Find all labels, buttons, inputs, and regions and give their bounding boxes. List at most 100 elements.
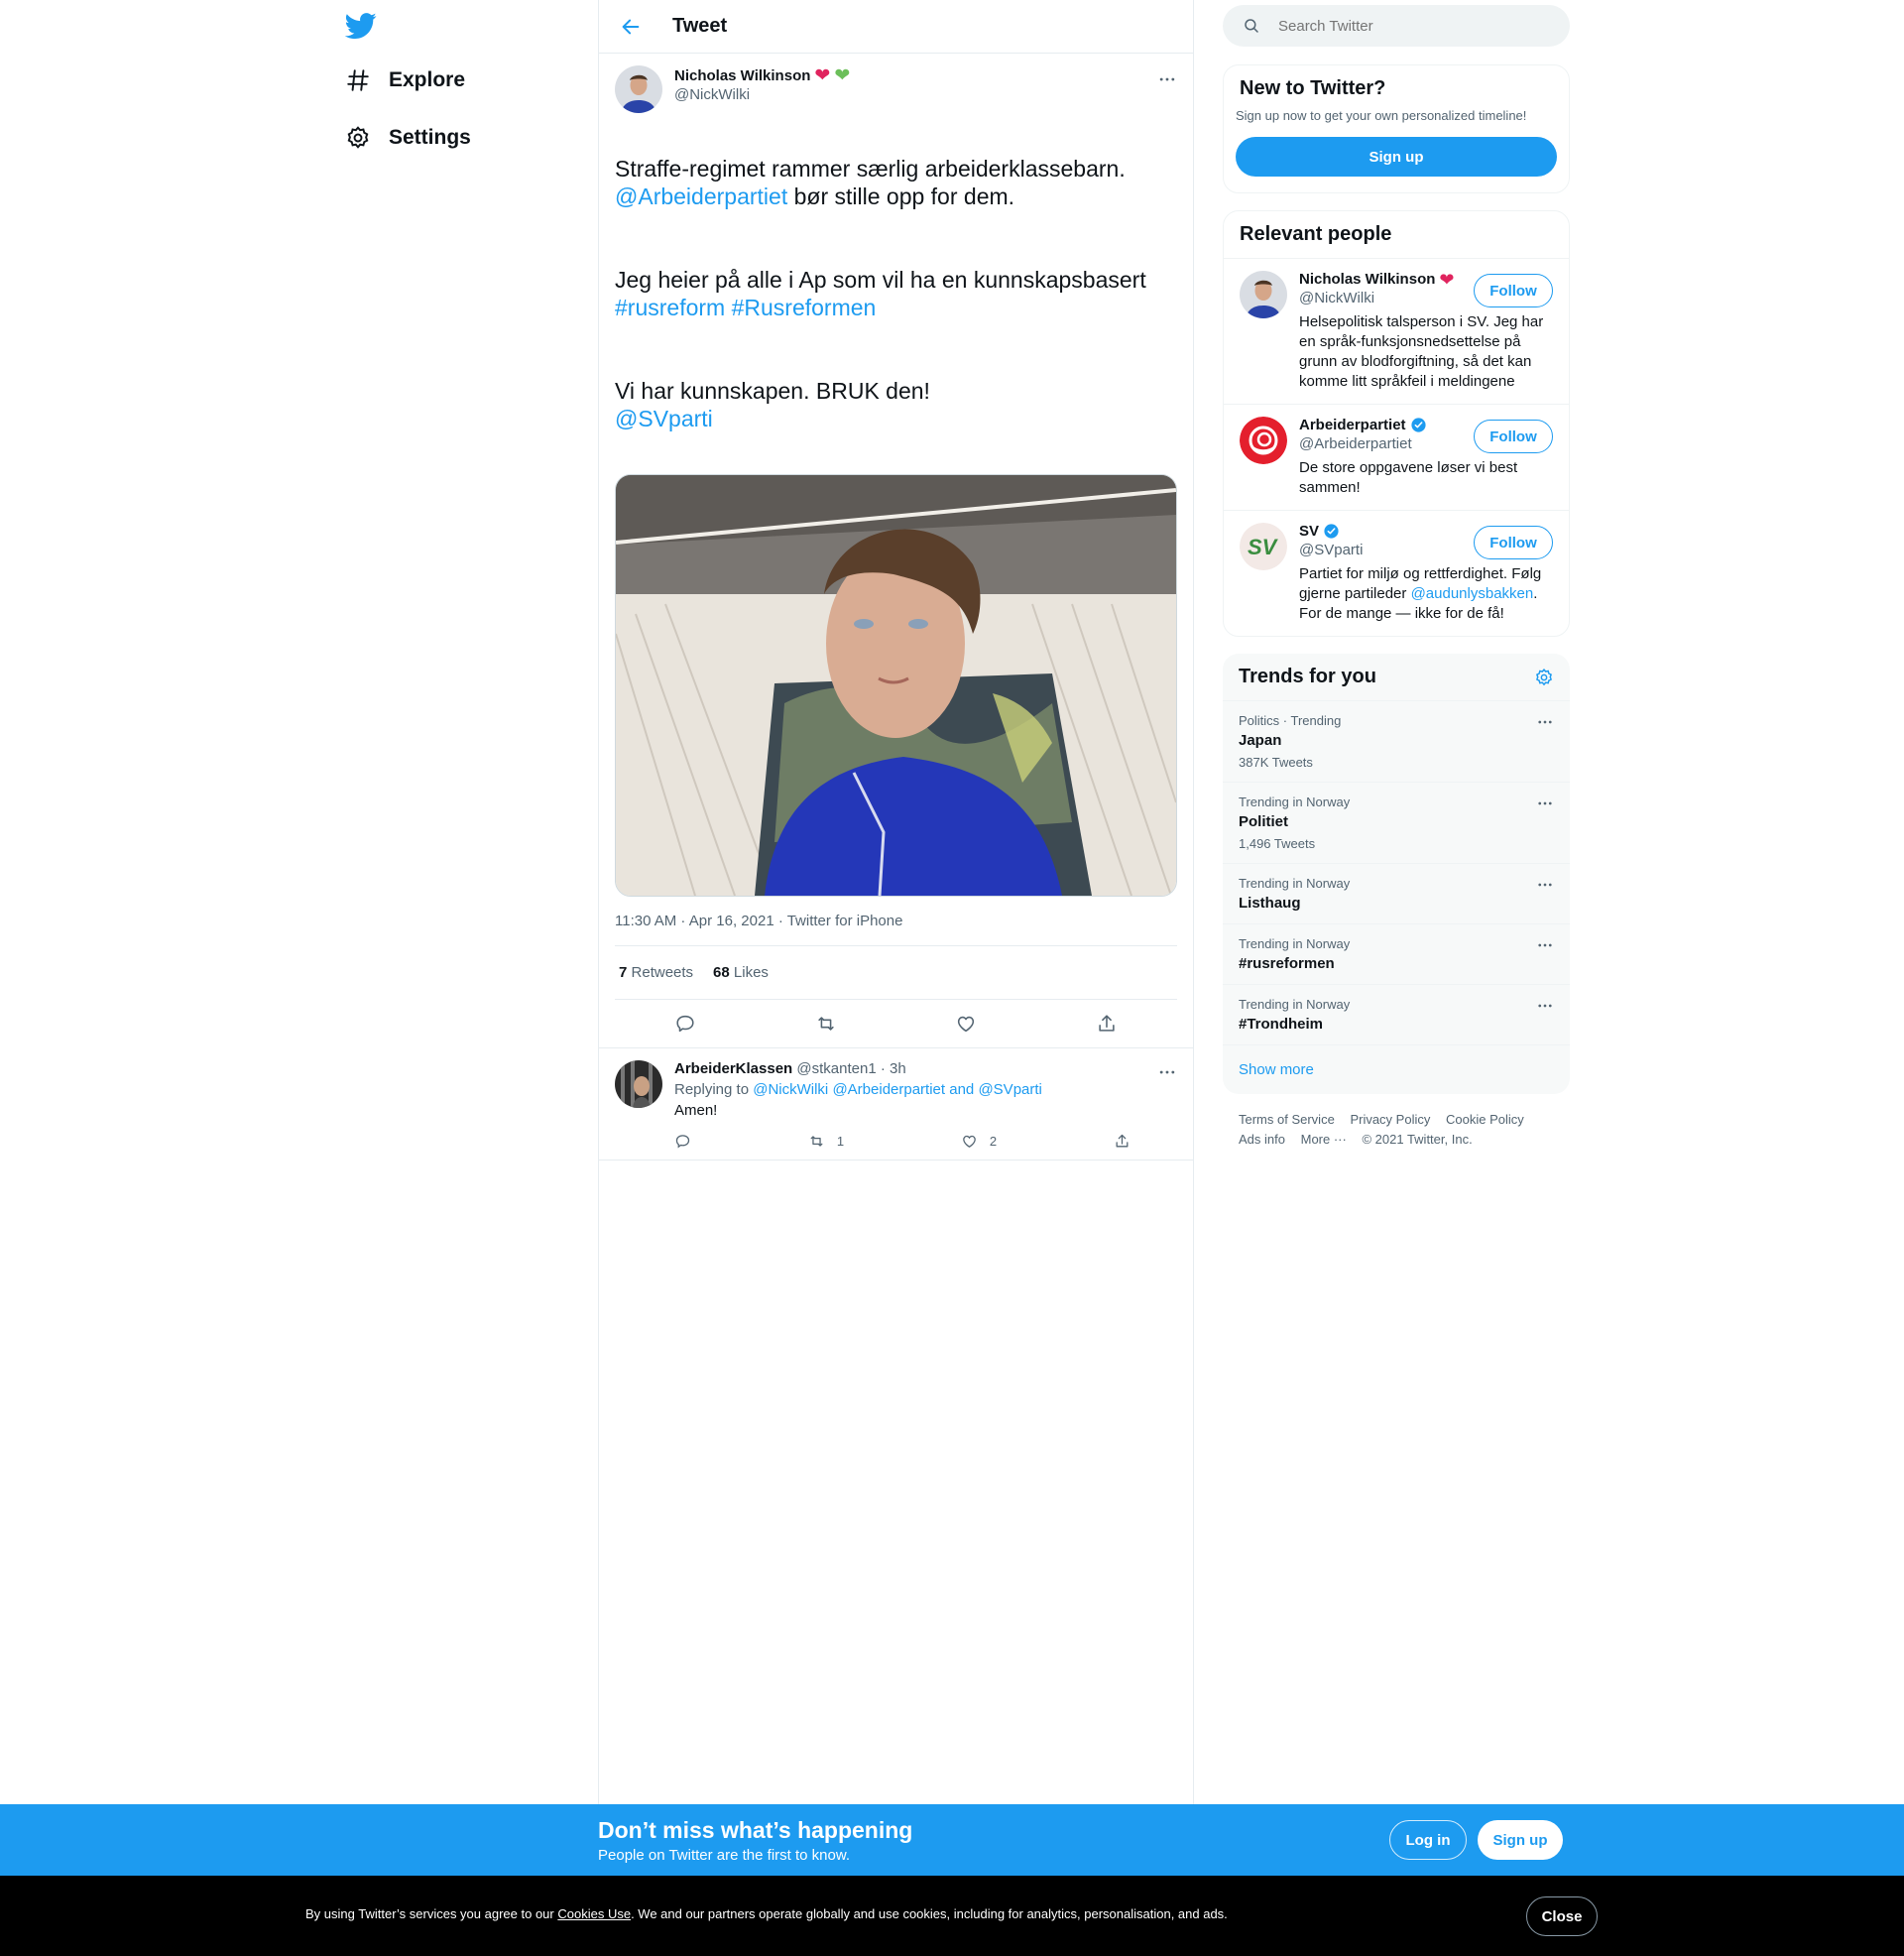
more-options-icon[interactable] — [1157, 69, 1177, 89]
replying-link-nickwilki[interactable]: @NickWilki — [753, 1081, 828, 1098]
person-nicholas[interactable]: Nicholas Wilkinson ❤ @NickWilki Helsepoli… — [1224, 258, 1569, 404]
trend-name: Japan — [1239, 732, 1282, 749]
hashtag-rusreform[interactable]: #rusreform — [615, 295, 725, 320]
tweet-photo[interactable] — [615, 474, 1177, 897]
gear-icon — [347, 126, 369, 149]
reply-tweet[interactable]: ArbeiderKlassen @stkanten1 · 3h Replying… — [599, 1047, 1193, 1161]
reply-handle-time: @stkanten1 · 3h — [796, 1060, 906, 1077]
privacy-link[interactable]: Privacy Policy — [1350, 1112, 1430, 1127]
more-options-icon[interactable] — [1536, 713, 1554, 731]
person-arbeiderpartiet[interactable]: Arbeiderpartiet @Arbeiderpartiet De stor… — [1224, 404, 1569, 510]
like-icon — [963, 1135, 976, 1148]
rose-logo-icon — [1240, 417, 1287, 464]
terms-link[interactable]: Terms of Service — [1239, 1112, 1335, 1127]
selfie-image — [616, 475, 1176, 896]
person-avatar[interactable] — [1240, 417, 1287, 464]
person-name: Arbeiderpartiet — [1299, 417, 1406, 433]
top-bar: Tweet — [599, 0, 1193, 54]
reply-share-button[interactable] — [1114, 1133, 1130, 1150]
person-sv[interactable]: SV SV @SVparti Partiet for miljø og rett… — [1224, 510, 1569, 636]
cookie-close-button[interactable]: Close — [1526, 1896, 1598, 1936]
trends-settings-gear-icon[interactable] — [1534, 668, 1554, 687]
signup-button[interactable]: Sign up — [1236, 137, 1557, 177]
trend-context: Trending in Norway — [1239, 936, 1351, 951]
more-options-icon[interactable] — [1536, 795, 1554, 812]
verified-badge-icon — [1324, 524, 1339, 539]
person-avatar[interactable] — [1240, 271, 1287, 318]
search-input[interactable] — [1276, 16, 1538, 36]
author-name[interactable]: Nicholas Wilkinson ❤ ❤ — [674, 64, 850, 86]
trend-item[interactable]: Trending in Norway Politiet 1,496 Tweets — [1223, 783, 1570, 864]
person-avatar[interactable]: SV — [1240, 523, 1287, 570]
main-column: Tweet Nicholas Wilkinson ❤ ❤ @NickWilki … — [598, 0, 1194, 1956]
person-bio: De store oppgavene løser vi best sammen! — [1299, 459, 1518, 496]
ads-info-link[interactable]: Ads info — [1239, 1132, 1285, 1147]
reply-retweet-button[interactable]: 1 — [808, 1133, 844, 1150]
replying-link-svparti[interactable]: @SVparti — [978, 1081, 1041, 1098]
trend-item[interactable]: Trending in Norway Listhaug — [1223, 864, 1570, 924]
retweets-stat[interactable]: 7 Retweets — [619, 964, 693, 981]
trend-name: Listhaug — [1239, 895, 1301, 912]
twitter-logo-icon[interactable] — [345, 10, 377, 42]
reply-reply-button[interactable] — [674, 1133, 691, 1150]
trend-item[interactable]: Politics · Trending Japan 387K Tweets — [1223, 701, 1570, 783]
banner-subtitle: People on Twitter are the first to know. — [598, 1847, 851, 1864]
banner-title: Don’t miss what’s happening — [598, 1817, 913, 1843]
mention-arbeiderpartiet[interactable]: @Arbeiderpartiet — [615, 183, 787, 209]
trend-item[interactable]: Trending in Norway #Trondheim — [1223, 985, 1570, 1045]
sv-logo-icon: SV — [1240, 523, 1287, 570]
verified-badge-icon — [1410, 418, 1426, 432]
reply-retweet-count: 1 — [836, 1134, 845, 1149]
author-handle[interactable]: @NickWilki — [674, 86, 850, 103]
likes-stat[interactable]: 68 Likes — [713, 964, 769, 981]
tweet-line-1b: bør stille opp for dem. — [787, 183, 1015, 209]
trend-context: Trending in Norway — [1239, 876, 1351, 891]
follow-button[interactable]: Follow — [1474, 420, 1553, 453]
mention-svparti[interactable]: @SVparti — [615, 406, 713, 431]
retweet-icon[interactable] — [815, 1013, 837, 1035]
trend-item[interactable]: Trending in Norway #rusreformen — [1223, 924, 1570, 985]
tweet-line-2: Jeg heier på alle i Ap som vil ha en kun… — [615, 267, 1146, 293]
main-tweet: Nicholas Wilkinson ❤ ❤ @NickWilki Straff… — [599, 54, 1193, 1047]
nav-explore[interactable]: Explore — [345, 67, 465, 93]
replying-link-arbeiderpartiet[interactable]: @Arbeiderpartiet — [832, 1081, 945, 1098]
cookie-text-pre: By using Twitter’s services you agree to… — [305, 1906, 558, 1921]
cookie-policy-link[interactable]: Cookie Policy — [1446, 1112, 1524, 1127]
nav-settings-label: Settings — [389, 126, 471, 149]
reply-icon[interactable] — [674, 1013, 696, 1035]
signup-card: New to Twitter? Sign up now to get your … — [1223, 64, 1570, 193]
reply-more-icon[interactable] — [1157, 1062, 1177, 1082]
retweet-icon — [810, 1136, 823, 1147]
cookies-use-link[interactable]: Cookies Use — [557, 1906, 631, 1921]
more-options-icon[interactable] — [1536, 997, 1554, 1015]
tweet-timestamp[interactable]: 11:30 AM · Apr 16, 2021 · Twitter for iP… — [615, 913, 1177, 946]
login-button[interactable]: Log in — [1389, 1820, 1467, 1860]
trend-name: #rusreformen — [1239, 955, 1335, 972]
more-options-icon[interactable] — [1536, 876, 1554, 894]
author-avatar[interactable] — [615, 65, 662, 113]
tweet-actions — [615, 1000, 1177, 1047]
more-options-icon[interactable] — [1536, 936, 1554, 954]
follow-button[interactable]: Follow — [1474, 526, 1553, 559]
search-box[interactable] — [1223, 5, 1570, 47]
signup-banner: Don’t miss what’s happening People on Tw… — [0, 1804, 1904, 1876]
more-link[interactable]: More ··· — [1301, 1132, 1347, 1147]
follow-button[interactable]: Follow — [1474, 274, 1553, 307]
bio-mention-audunlysbakken[interactable]: @audunlysbakken — [1411, 585, 1534, 602]
share-icon[interactable] — [1096, 1013, 1118, 1035]
reply-like-button[interactable]: 2 — [961, 1133, 997, 1150]
trends-title: Trends for you — [1239, 666, 1376, 687]
like-icon[interactable] — [955, 1013, 977, 1035]
sv-logo-text: SV — [1248, 535, 1279, 559]
copyright: © 2021 Twitter, Inc. — [1362, 1132, 1473, 1147]
show-more-link[interactable]: Show more — [1223, 1045, 1570, 1094]
nav-settings[interactable]: Settings — [345, 125, 471, 151]
footer-links: Terms of Service Privacy Policy Cookie P… — [1223, 1094, 1570, 1150]
share-icon — [1116, 1134, 1129, 1148]
red-heart-icon: ❤ — [814, 64, 831, 86]
banner-signup-button[interactable]: Sign up — [1478, 1820, 1563, 1860]
back-button[interactable] — [603, 16, 658, 38]
reply-author-name[interactable]: ArbeiderKlassen — [674, 1060, 792, 1077]
hashtag-rusreformen[interactable]: #Rusreformen — [732, 295, 877, 320]
reply-avatar[interactable] — [615, 1060, 662, 1108]
